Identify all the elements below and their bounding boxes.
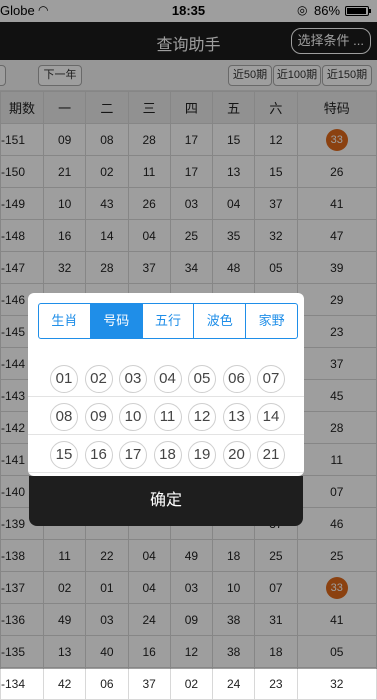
tab-domestic-wild[interactable]: 家野 [246,304,297,338]
number-ball-option[interactable]: 08 [50,403,78,431]
number-ball-option[interactable]: 15 [50,441,78,469]
number-ball-option[interactable]: 16 [84,441,113,469]
number-row: 08 09 10 11 12 13 14 [28,397,304,435]
number-ball-option[interactable]: 05 [188,365,216,393]
number-cell: 24 [211,667,256,700]
number-ball-option[interactable]: 07 [257,365,285,393]
tab-five-elements[interactable]: 五行 [143,304,195,338]
number-cell: 23 [254,667,298,700]
number-ball-option[interactable]: 06 [222,365,251,393]
number-ball-option[interactable]: 12 [188,403,216,431]
number-ball-option[interactable]: 01 [50,365,78,393]
number-grid: 01 02 03 04 05 06 07 08 09 10 11 12 13 14 15 16 17 18 19 20… [28,359,304,473]
tab-zodiac[interactable]: 生肖 [39,304,91,338]
number-ball-option[interactable]: 17 [119,441,147,469]
number-ball-option[interactable]: 18 [153,441,182,469]
number-ball-option[interactable]: 21 [257,441,285,469]
category-segmented-control: 生肖 号码 五行 波色 家野 [38,303,298,339]
confirm-button[interactable]: 确定 [29,476,303,526]
number-ball-option[interactable]: 13 [222,403,251,431]
number-cell: 42 [42,667,87,700]
number-cell: 02 [169,667,214,700]
number-ball-option[interactable]: 09 [84,403,113,431]
number-ball-option[interactable]: 20 [222,441,251,469]
number-ball-option[interactable]: 02 [84,365,113,393]
number-cell: 37 [127,667,171,700]
number-row: 01 02 03 04 05 06 07 [28,359,304,397]
number-ball-option[interactable]: 03 [119,365,147,393]
number-ball-option[interactable]: 19 [188,441,216,469]
issue-cell: -134 [0,667,44,700]
number-ball-option[interactable]: 14 [257,403,285,431]
tab-number[interactable]: 号码 [90,304,143,338]
number-ball-option[interactable]: 10 [119,403,147,431]
special-number-cell: 32 [296,667,377,700]
number-ball-option[interactable]: 11 [153,403,182,431]
tab-wave-color[interactable]: 波色 [194,304,247,338]
number-ball-option[interactable]: 04 [153,365,182,393]
table-row: -134 42 06 37 02 24 23 32 [0,667,377,700]
number-cell: 06 [85,667,129,700]
number-row: 15 16 17 18 19 20 21 [28,435,304,473]
number-picker-dialog: 生肖 号码 五行 波色 家野 01 02 03 04 05 06 07 08 09 10 11 12 1… [28,293,304,476]
